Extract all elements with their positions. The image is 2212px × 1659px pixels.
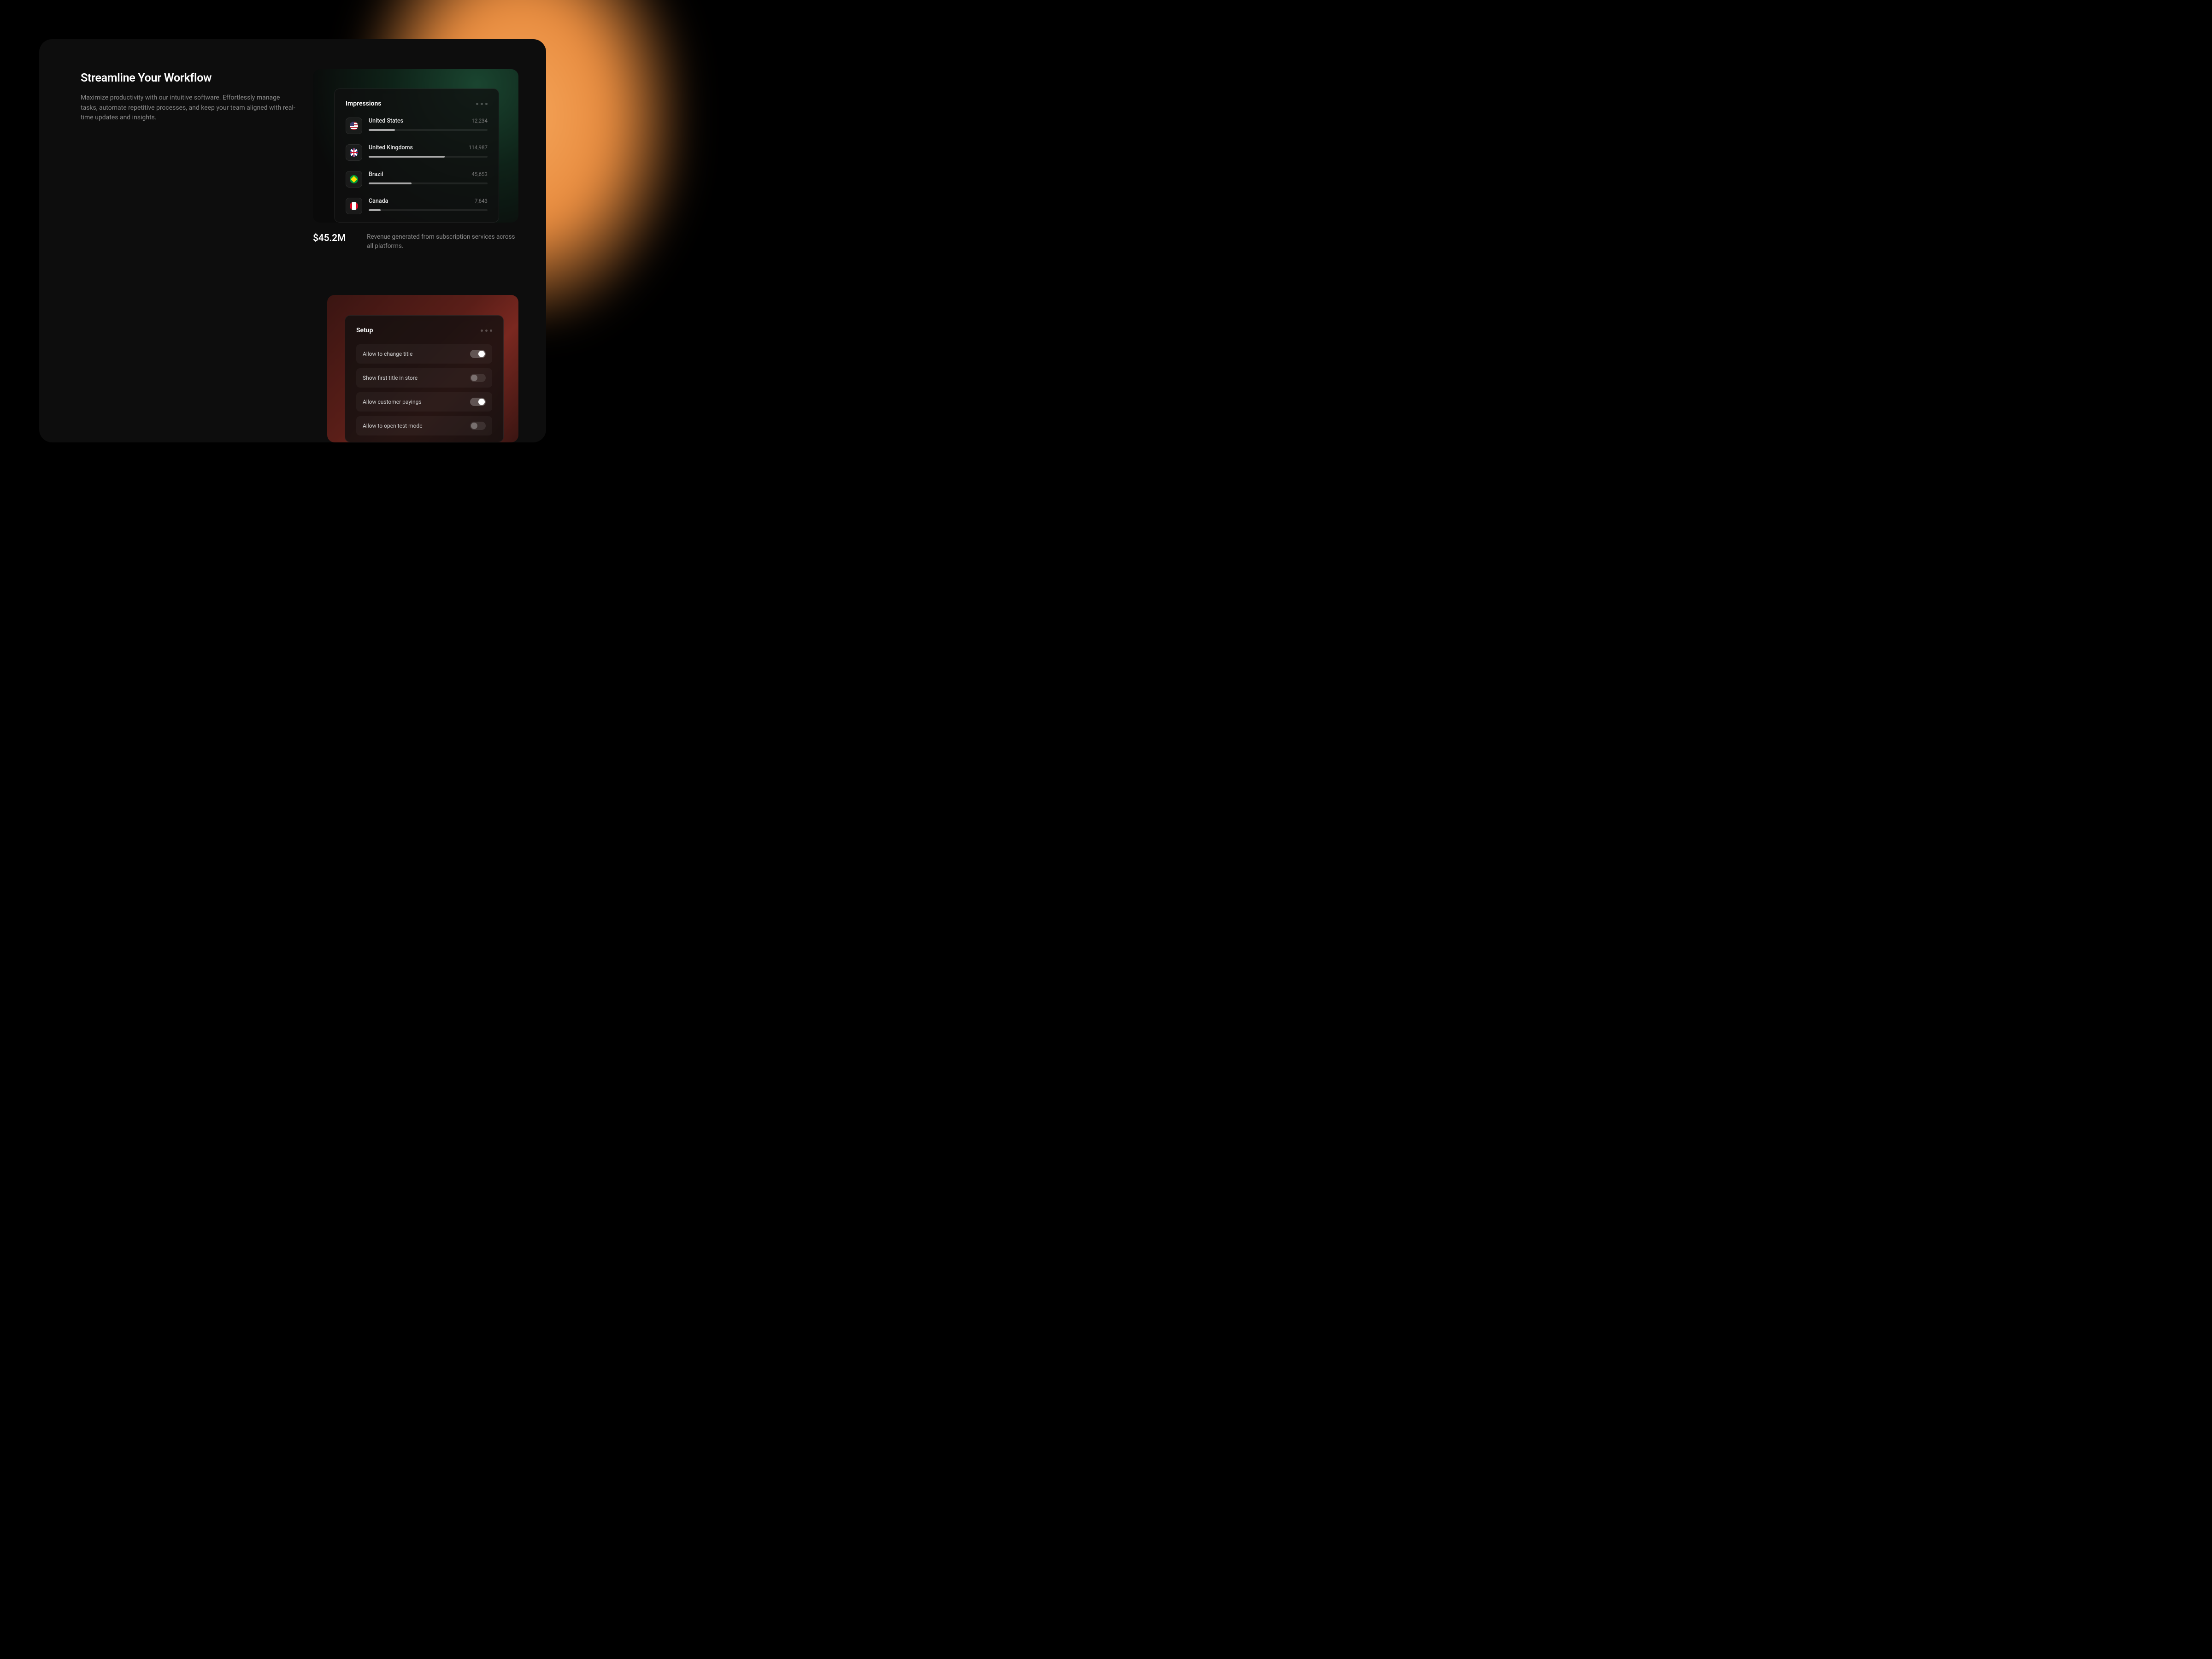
impression-row: United States 12,234 [346,118,488,134]
flag-icon [346,171,362,188]
main-panel: Streamline Your Workflow Maximize produc… [39,39,546,442]
country-name: United Kingdoms [369,144,413,151]
more-icon[interactable] [481,329,492,332]
setup-title: Setup [356,327,373,334]
setup-row: Allow to change title [356,344,492,364]
country-name: United States [369,118,403,124]
setup-row: Allow to open test mode [356,416,492,435]
country-name: Canada [369,198,388,205]
setup-inner: Setup Allow to change title Show first t… [345,315,504,442]
flag-icon [346,144,362,161]
impressions-inner: Impressions United States 12,234 United [334,88,499,223]
stat-row: $45.2M Revenue generated from subscripti… [313,233,518,251]
hero-title: Streamline Your Workflow [81,71,297,85]
progress-bar [369,182,488,184]
progress-bar [369,129,488,131]
country-value: 45,653 [471,171,488,178]
toggle-switch[interactable] [470,422,486,430]
setup-row: Allow customer payings [356,392,492,412]
impression-row: Canada 7,643 [346,198,488,214]
impression-row: United Kingdoms 114,987 [346,144,488,161]
progress-bar [369,156,488,158]
setup-label: Allow to open test mode [363,423,423,429]
setup-card: Setup Allow to change title Show first t… [327,295,518,442]
country-value: 7,643 [475,198,488,205]
setup-label: Show first title in store [363,375,418,381]
impressions-title: Impressions [346,100,381,107]
stat-description: Revenue generated from subscription serv… [367,233,518,251]
impressions-list: United States 12,234 United Kingdoms 114… [346,118,488,214]
stat-value: $45.2M [313,233,346,244]
flag-icon [346,118,362,134]
more-icon[interactable] [476,103,488,105]
impressions-card: Impressions United States 12,234 United [313,69,518,223]
setup-row: Show first title in store [356,368,492,388]
toggle-switch[interactable] [470,374,486,382]
toggle-switch[interactable] [470,350,486,358]
country-name: Brazil [369,171,383,178]
impression-row: Brazil 45,653 [346,171,488,188]
country-value: 12,234 [471,118,488,124]
progress-bar [369,209,488,211]
hero-section: Streamline Your Workflow Maximize produc… [81,71,297,123]
hero-description: Maximize productivity with our intuitive… [81,93,297,123]
setup-list: Allow to change title Show first title i… [356,344,492,435]
setup-label: Allow to change title [363,351,412,357]
country-value: 114,987 [469,144,488,151]
flag-icon [346,198,362,214]
setup-label: Allow customer payings [363,399,422,405]
toggle-switch[interactable] [470,398,486,406]
